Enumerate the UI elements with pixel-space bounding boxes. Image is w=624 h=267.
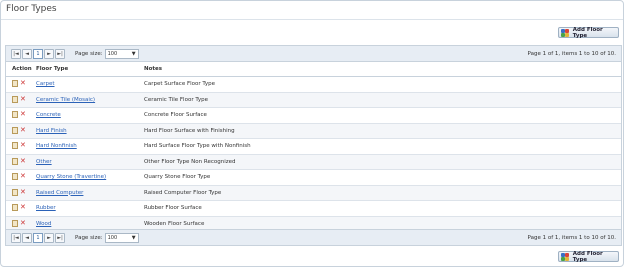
table-row: ✕ Hard Nonfinish Hard Surface Floor Type… <box>6 139 621 155</box>
add-floor-type-label: Add Floor Type <box>572 26 603 39</box>
floor-type-link[interactable]: Other <box>36 159 52 165</box>
floor-type-notes: Hard Surface Floor Type with Nonfinish <box>144 143 251 149</box>
floor-type-link[interactable]: Hard Finish <box>36 128 67 134</box>
first-page-button[interactable]: |◄ <box>11 48 21 59</box>
floor-type-notes: Hard Floor Surface with Finishing <box>144 127 235 134</box>
chevron-down-icon: ▼ <box>131 50 136 57</box>
delete-icon[interactable]: ✕ <box>20 188 27 196</box>
floor-type-notes: Quarry Stone Floor Type <box>144 174 211 180</box>
floor-type-link[interactable]: Ceramic Tile (Mosaic) <box>36 97 95 103</box>
delete-icon[interactable]: ✕ <box>20 95 27 103</box>
floor-type-link[interactable]: Concrete <box>36 112 61 118</box>
delete-icon[interactable]: ✕ <box>20 173 27 180</box>
column-header-action[interactable]: Action <box>12 66 32 72</box>
edit-icon[interactable] <box>12 142 18 149</box>
edit-icon[interactable] <box>12 173 18 180</box>
page-size-select[interactable]: 100 ▼ <box>104 48 139 59</box>
delete-icon[interactable]: ✕ <box>20 111 27 118</box>
next-page-button[interactable]: ► <box>44 48 54 59</box>
chevron-down-icon: ▼ <box>131 234 136 241</box>
delete-icon[interactable]: ✕ <box>20 219 27 227</box>
table-row: ✕ Ceramic Tile (Mosaic) Ceramic Tile Flo… <box>6 92 621 108</box>
floor-type-notes: Other Floor Type Non Recognized <box>144 158 236 165</box>
delete-icon[interactable]: ✕ <box>20 157 27 165</box>
column-header-floor-type[interactable]: Floor Type <box>36 66 68 72</box>
table-row: ✕ Carpet Carpet Surface Floor Type <box>6 77 621 93</box>
floor-type-link[interactable]: Raised Computer <box>36 190 83 196</box>
pager-top: |◄ ◄ 1 ► ►| Page size: 100 ▼ Page 1 of 1… <box>6 46 621 62</box>
grid-header: Action Floor Type Notes <box>6 62 621 77</box>
title-divider <box>1 19 623 20</box>
edit-icon[interactable] <box>12 204 18 211</box>
grid-rows: ✕ Carpet Carpet Surface Floor Type ✕ Cer… <box>6 77 621 232</box>
delete-icon[interactable]: ✕ <box>20 80 27 87</box>
last-page-button[interactable]: ►| <box>55 232 65 243</box>
floor-type-link[interactable]: Quarry Stone (Travertine) <box>36 174 106 180</box>
pager-info: Page 1 of 1, items 1 to 10 of 10. <box>527 234 616 241</box>
prev-page-button[interactable]: ◄ <box>22 232 32 243</box>
table-row: ✕ Raised Computer Raised Computer Floor … <box>6 185 621 201</box>
floor-type-notes: Raised Computer Floor Type <box>144 189 222 196</box>
delete-icon[interactable]: ✕ <box>20 142 27 149</box>
floor-types-grid: |◄ ◄ 1 ► ►| Page size: 100 ▼ Page 1 of 1… <box>5 45 622 246</box>
edit-icon[interactable] <box>12 95 18 103</box>
delete-icon[interactable]: ✕ <box>20 126 27 134</box>
add-floor-type-button-bottom[interactable]: Add Floor Type <box>558 250 619 263</box>
table-row: ✕ Rubber Rubber Floor Surface <box>6 201 621 217</box>
edit-icon[interactable] <box>12 219 18 227</box>
edit-icon[interactable] <box>12 188 18 196</box>
floor-type-link[interactable]: Rubber <box>36 205 56 211</box>
page-title: Floor Types <box>6 4 57 14</box>
prev-page-button[interactable]: ◄ <box>22 48 32 59</box>
page-size-value: 100 <box>107 234 118 241</box>
add-floor-type-label: Add Floor Type <box>572 250 603 263</box>
page-number-button[interactable]: 1 <box>33 48 43 59</box>
add-floor-type-button-top[interactable]: Add Floor Type <box>558 26 619 39</box>
page-size-label: Page size: <box>75 234 103 241</box>
floor-types-panel: Floor Types Add Floor Type |◄ ◄ 1 ► ►| P… <box>0 0 624 267</box>
column-header-notes[interactable]: Notes <box>144 66 162 72</box>
floor-type-link[interactable]: Hard Nonfinish <box>36 143 77 149</box>
delete-icon[interactable]: ✕ <box>20 204 27 211</box>
page-size-value: 100 <box>107 50 118 57</box>
pager-bottom: |◄ ◄ 1 ► ►| Page size: 100 ▼ Page 1 of 1… <box>6 229 621 245</box>
floor-type-link[interactable]: Carpet <box>36 81 55 87</box>
last-page-button[interactable]: ►| <box>55 48 65 59</box>
floor-type-notes: Concrete Floor Surface <box>144 112 207 118</box>
page-size-label: Page size: <box>75 50 103 57</box>
floor-type-notes: Rubber Floor Surface <box>144 205 202 211</box>
edit-icon[interactable] <box>12 157 18 165</box>
first-page-button[interactable]: |◄ <box>11 232 21 243</box>
edit-icon[interactable] <box>12 80 18 87</box>
floor-type-link[interactable]: Wood <box>36 221 51 227</box>
add-icon <box>561 28 571 37</box>
table-row: ✕ Hard Finish Hard Floor Surface with Fi… <box>6 123 621 139</box>
floor-type-notes: Carpet Surface Floor Type <box>144 81 216 87</box>
next-page-button[interactable]: ► <box>44 232 54 243</box>
edit-icon[interactable] <box>12 111 18 118</box>
edit-icon[interactable] <box>12 126 18 134</box>
table-row: ✕ Quarry Stone (Travertine) Quarry Stone… <box>6 170 621 186</box>
pager-info: Page 1 of 1, items 1 to 10 of 10. <box>527 50 616 57</box>
page-number-button[interactable]: 1 <box>33 232 43 243</box>
table-row: ✕ Concrete Concrete Floor Surface <box>6 108 621 124</box>
add-icon <box>561 252 571 261</box>
page-size-select[interactable]: 100 ▼ <box>104 232 139 243</box>
table-row: ✕ Other Other Floor Type Non Recognized <box>6 154 621 170</box>
floor-type-notes: Wooden Floor Surface <box>144 220 205 227</box>
floor-type-notes: Ceramic Tile Floor Type <box>144 96 208 103</box>
